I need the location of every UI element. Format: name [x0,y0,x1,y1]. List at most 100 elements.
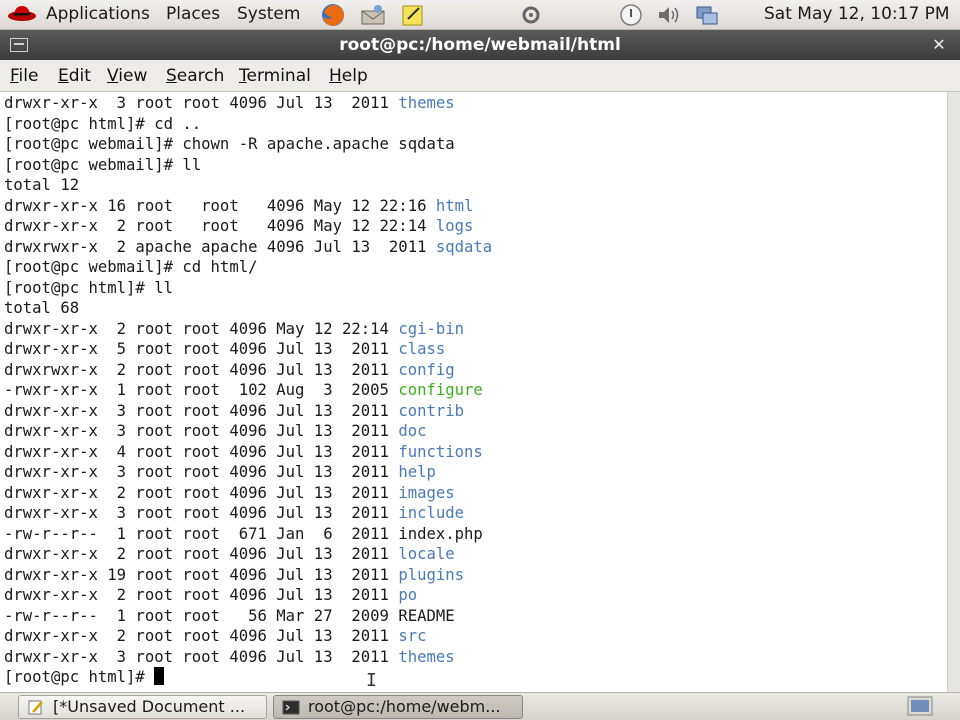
terminal-line-text: drwxr-xr-x 3 root root 4096 Jul 13 2011 [4,463,399,481]
terminal-line-text: drwxr-xr-x 2 root root 4096 May 12 22:14 [4,217,436,235]
text-editor-icon [28,700,43,715]
file-name: src [398,627,427,645]
file-name: config [398,360,455,379]
file-name: sqdata [435,237,493,256]
firefox-icon[interactable] [320,3,346,27]
terminal-icon [282,700,300,715]
terminal-line-text: [root@pc webmail]# cd html/ [4,258,258,276]
terminal-menubar: File Edit View Search Terminal Help [0,60,960,92]
terminal-output[interactable]: drwxr-xr-x 3 root root 4096 Jul 13 2011 … [0,92,947,692]
terminal-line-text: [root@pc html]# ll [4,278,173,297]
menu-view-mnemonic: V [107,66,119,86]
terminal-line-text: drwxr-xr-x 5 root root 4096 Jul 13 2011 [4,340,399,358]
volume-icon[interactable] [656,3,682,27]
terminal-line: [root@pc html]# ll [4,278,173,298]
file-name: class [398,340,446,358]
menu-help-mnemonic: H [329,66,342,86]
terminal-line: drwxr-xr-x 2 root root 4096 May 12 22:14… [4,216,473,236]
terminal-scrollbar[interactable] [947,92,960,692]
terminal-line-text: [root@pc html]# cd .. [4,114,202,133]
terminal-line: drwxr-xr-x 19 root root 4096 Jul 13 2011… [4,565,464,585]
menu-terminal-mnemonic: T [239,66,247,86]
terminal-line: drwxr-xr-x 5 root root 4096 Jul 13 2011 … [4,339,445,359]
terminal-line-text: [root@pc webmail]# chown -R apache.apach… [4,135,455,153]
mouse-ibeam-icon: I [366,670,377,691]
terminal-line: -rw-r--r-- 1 root root 56 Mar 27 2009 RE… [4,606,455,626]
prompt-line: [root@pc html]# [4,667,165,687]
file-name: README [398,606,455,625]
taskbar-terminal[interactable]: root@pc:/home/webm... [273,695,523,719]
menu-file-mnemonic: F [10,66,19,86]
terminal-line: drwxr-xr-x 3 root root 4096 Jul 13 2011 … [4,421,426,441]
file-name: html [435,196,474,215]
terminal-line: drwxrwxr-x 2 apache apache 4096 Jul 13 2… [4,237,492,257]
terminal-line-text: drwxr-xr-x 2 root root 4096 Jul 13 2011 [4,545,399,563]
terminal-line-text: [root@pc webmail]# ll [4,155,202,174]
clock[interactable]: Sat May 12, 10:17 PM [764,0,950,30]
menu-edit-mnemonic: E [58,66,69,86]
terminal-line: drwxr-xr-x 2 root root 4096 Jul 13 2011 … [4,483,455,503]
terminal-line: drwxr-xr-x 3 root root 4096 Jul 13 2011 … [4,93,455,113]
terminal-line-text: -rwxr-xr-x 1 root root 102 Aug 3 2005 [4,381,399,399]
terminal-line: [root@pc html]# cd .. [4,114,201,134]
taskbar-terminal-label: root@pc:/home/webm... [308,697,501,716]
menu-terminal-label: erminal [246,66,311,86]
menu-edit-label: dit [68,66,91,86]
menu-search[interactable]: Search [166,60,224,92]
terminal-line: drwxrwxr-x 2 root root 4096 Jul 13 2011 … [4,360,455,380]
terminal-line-text: drwxr-xr-x 2 root root 4096 May 12 22:14 [4,319,399,338]
menu-view-label: iew [118,66,148,86]
display-icon[interactable] [694,3,720,27]
text-cursor [154,667,165,685]
terminal-line-text: drwxr-xr-x 19 root root 4096 Jul 13 2011 [4,565,399,584]
menu-view[interactable]: View [107,60,147,92]
bottom-panel: [*Unsaved Document ... root@pc:/home/web… [0,692,960,720]
terminal-line: drwxr-xr-x 16 root root 4096 May 12 22:1… [4,196,473,216]
menu-help-label: elp [341,66,368,86]
terminal-line: drwxr-xr-x 2 root root 4096 Jul 13 2011 … [4,585,417,605]
menu-help[interactable]: Help [329,60,368,92]
terminal-line-text: drwxr-xr-x 2 root root 4096 Jul 13 2011 [4,627,399,645]
notes-icon[interactable] [400,3,426,27]
terminal-line: drwxr-xr-x 2 root root 4096 May 12 22:14… [4,319,464,339]
terminal-line: -rwxr-xr-x 1 root root 102 Aug 3 2005 co… [4,380,483,400]
terminal-line-text: drwxrwxr-x 2 apache apache 4096 Jul 13 2… [4,237,436,256]
terminal-line: drwxr-xr-x 4 root root 4096 Jul 13 2011 … [4,442,483,462]
show-desktop-icon[interactable] [907,696,933,716]
terminal-line-text: drwxr-xr-x 3 root root 4096 Jul 13 2011 [4,422,399,440]
terminal-line: total 12 [4,175,79,195]
network-icon[interactable] [518,3,544,27]
terminal-line-text: drwxr-xr-x 3 root root 4096 Jul 13 2011 [4,94,399,112]
menu-file[interactable]: File [10,60,38,92]
file-name: themes [398,647,455,666]
terminal-line-text: drwxr-xr-x 2 root root 4096 Jul 13 2011 [4,586,399,604]
menu-edit[interactable]: Edit [58,60,91,92]
file-name: doc [398,422,427,440]
terminal-line-text: drwxr-xr-x 3 root root 4096 Jul 13 2011 [4,401,399,420]
system-menu[interactable]: System [237,0,300,30]
taskbar-text-editor[interactable]: [*Unsaved Document ... [18,695,267,719]
terminal-line-text: total 12 [4,176,80,194]
window-titlebar[interactable]: root@pc:/home/webmail/html ✕ [0,30,960,60]
terminal-line-text: drwxr-xr-x 16 root root 4096 May 12 22:1… [4,196,436,215]
terminal-line: drwxr-xr-x 2 root root 4096 Jul 13 2011 … [4,626,426,646]
update-icon[interactable] [618,3,644,27]
terminal-line: [root@pc webmail]# chown -R apache.apach… [4,134,455,154]
places-menu[interactable]: Places [166,0,220,30]
prompt-text: [root@pc html]# [4,668,155,686]
terminal-line-text: drwxr-xr-x 2 root root 4096 Jul 13 2011 [4,483,399,502]
file-name: include [398,504,465,522]
terminal-line-text: total 68 [4,299,80,317]
applications-menu[interactable]: Applications [46,0,150,30]
terminal-line-text: drwxr-xr-x 3 root root 4096 Jul 13 2011 [4,647,399,666]
taskbar-text-editor-label: [*Unsaved Document ... [53,697,246,716]
redhat-icon[interactable] [6,3,38,25]
terminal-line: drwxr-xr-x 3 root root 4096 Jul 13 2011 … [4,462,436,482]
mail-icon[interactable] [360,3,386,27]
file-name: themes [398,94,455,112]
file-name: cgi-bin [398,319,465,338]
close-icon[interactable]: ✕ [930,36,948,54]
terminal-line: drwxr-xr-x 3 root root 4096 Jul 13 2011 … [4,503,464,523]
file-name: locale [398,545,455,563]
menu-terminal[interactable]: Terminal [239,60,311,92]
